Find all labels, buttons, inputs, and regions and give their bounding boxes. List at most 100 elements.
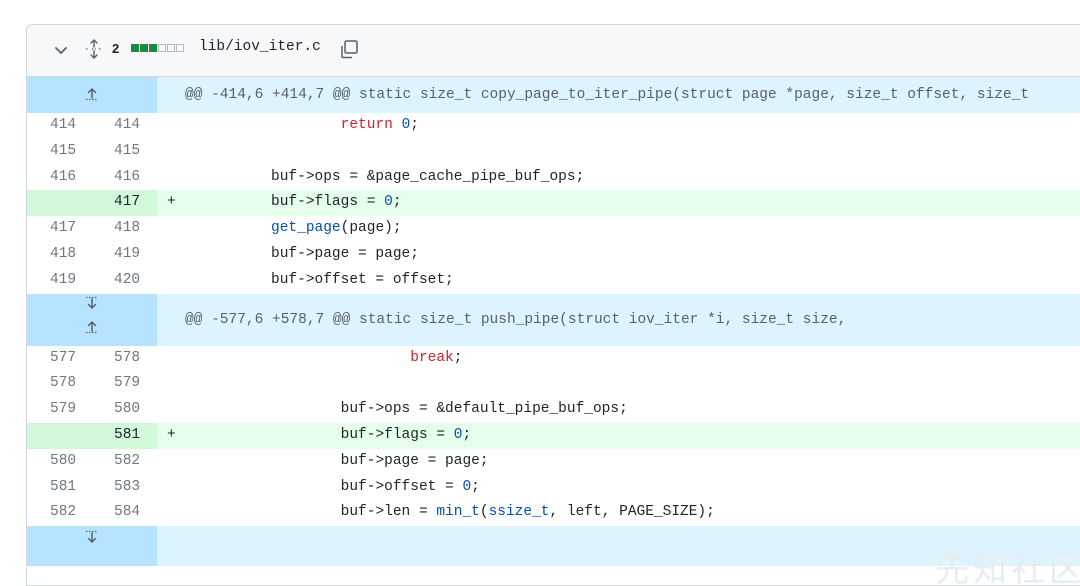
code-line: return 0;	[184, 113, 1080, 139]
old-line-number[interactable]: 578	[27, 371, 91, 397]
diffstat-square	[167, 44, 175, 52]
fold-up-icon[interactable]	[83, 87, 101, 106]
new-line-number[interactable]: 416	[91, 165, 157, 191]
old-line-number[interactable]: 415	[27, 139, 91, 165]
diff-sign	[157, 139, 184, 165]
new-line-number[interactable]: 417	[91, 190, 157, 217]
old-line-number[interactable]	[27, 423, 91, 449]
code-line: buf->offset = offset;	[184, 268, 1080, 294]
code-token: break	[410, 349, 454, 366]
copy-icon[interactable]	[338, 38, 360, 60]
code-line: buf->ops = &page_cache_pipe_buf_ops;	[184, 165, 1080, 191]
added-line: 581 + buf->flags = 0;	[27, 423, 1080, 449]
hunk-header: @@ -414,6 +414,7 @@ static size_t copy_p…	[27, 77, 1080, 113]
chevron-down-icon[interactable]	[53, 42, 69, 58]
hunk-expander[interactable]	[27, 293, 157, 346]
fold-down-icon[interactable]	[83, 296, 101, 315]
file-path[interactable]: lib/iov_iter.c	[199, 39, 321, 55]
code-token: buf->offset =	[340, 478, 463, 495]
diff-sign: +	[157, 190, 184, 217]
old-line-number[interactable]: 579	[27, 397, 91, 423]
code-token: buf->page = page;	[340, 452, 489, 469]
code-token: buf->flags =	[340, 427, 454, 443]
diffstat	[131, 44, 184, 52]
context-line: 419 420 buf->offset = offset;	[27, 268, 1080, 294]
hunk-header-text: @@ -414,6 +414,7 @@ static size_t copy_p…	[185, 87, 1030, 103]
hunk-footer	[27, 526, 1080, 567]
new-line-number[interactable]: 414	[91, 113, 157, 139]
unfold-icon[interactable]	[84, 38, 104, 60]
context-line: 579 580 buf->ops = &default_pipe_buf_ops;	[27, 397, 1080, 423]
old-line-number[interactable]: 416	[27, 165, 91, 191]
code-token: ;	[453, 349, 463, 366]
hunk-header: @@ -577,6 +578,7 @@ static size_t push_p…	[27, 293, 1080, 346]
diff-sign	[157, 346, 184, 372]
code-token: ;	[410, 117, 419, 133]
old-line-number[interactable]: 417	[27, 216, 91, 242]
old-line-number[interactable]: 419	[27, 268, 91, 294]
old-line-number[interactable]: 580	[27, 449, 91, 475]
old-line-number[interactable]: 577	[27, 346, 91, 372]
context-line: 577 578 break;	[27, 346, 1080, 372]
diffstat-square	[140, 44, 148, 52]
new-line-number[interactable]: 579	[91, 371, 157, 397]
code-token: buf->page = page;	[271, 246, 419, 262]
old-line-number[interactable]: 418	[27, 242, 91, 268]
code-line: buf->page = page;	[184, 449, 1080, 475]
code-token: return	[340, 117, 393, 133]
context-line: 415 415	[27, 139, 1080, 165]
code-line: buf->flags = 0;	[184, 190, 1080, 217]
code-token: 0	[401, 117, 411, 133]
new-line-number[interactable]: 584	[91, 500, 157, 526]
code-line: buf->flags = 0;	[184, 423, 1080, 449]
new-line-number[interactable]: 419	[91, 242, 157, 268]
code-token: get_page	[271, 220, 341, 237]
context-line: 416 416 buf->ops = &page_cache_pipe_buf_o…	[27, 165, 1080, 191]
new-line-number[interactable]: 415	[91, 139, 157, 165]
old-line-number[interactable]: 581	[27, 475, 91, 501]
code-token: 0	[384, 194, 393, 211]
new-line-number[interactable]: 418	[91, 216, 157, 242]
new-line-number[interactable]: 583	[91, 475, 157, 501]
context-line: 418 419 buf->page = page;	[27, 242, 1080, 268]
code-token: ssize_t	[488, 504, 550, 521]
code-token: ;	[392, 194, 402, 211]
old-line-number[interactable]: 582	[27, 500, 91, 526]
code-token: 0	[462, 478, 472, 495]
context-line: 580 582 buf->page = page;	[27, 449, 1080, 475]
diff-sign	[157, 242, 184, 268]
new-line-number[interactable]: 582	[91, 449, 157, 475]
code-token: ;	[471, 478, 480, 495]
code-token: , left, PAGE_SIZE);	[549, 504, 715, 521]
old-line-number[interactable]	[27, 190, 91, 217]
hunk-header-text: @@ -577,6 +578,7 @@ static size_t push_p…	[185, 311, 847, 328]
context-line: 582 584 buf->len = min_t(ssize_t, left, P…	[27, 500, 1080, 526]
code-line: get_page(page);	[184, 216, 1080, 242]
hunk-expander[interactable]	[27, 77, 157, 113]
diff-sign	[157, 113, 184, 139]
code-line: buf->page = page;	[184, 242, 1080, 268]
hunk-expander[interactable]	[27, 526, 157, 567]
code-line: break;	[184, 346, 1080, 372]
diffstat-square	[176, 44, 184, 52]
fold-down-icon[interactable]	[83, 530, 101, 549]
new-line-number[interactable]: 580	[91, 397, 157, 423]
code-token: (	[479, 504, 489, 521]
new-line-number[interactable]: 581	[91, 423, 157, 449]
context-line: 414 414 return 0;	[27, 113, 1080, 139]
code-token: buf->len =	[340, 504, 437, 521]
diff-sign	[157, 371, 184, 397]
new-line-number[interactable]: 578	[91, 346, 157, 372]
new-line-number[interactable]: 420	[91, 268, 157, 294]
code-token: min_t	[436, 504, 480, 521]
diffstat-square	[131, 44, 139, 52]
diff-sign: +	[157, 423, 184, 449]
diff-sign	[157, 165, 184, 191]
diff-sign	[157, 475, 184, 501]
old-line-number[interactable]: 414	[27, 113, 91, 139]
code-token: buf->ops = &page_cache_pipe_buf_ops;	[271, 168, 585, 185]
code-token: ;	[462, 427, 472, 443]
fold-up-icon[interactable]	[83, 320, 101, 339]
